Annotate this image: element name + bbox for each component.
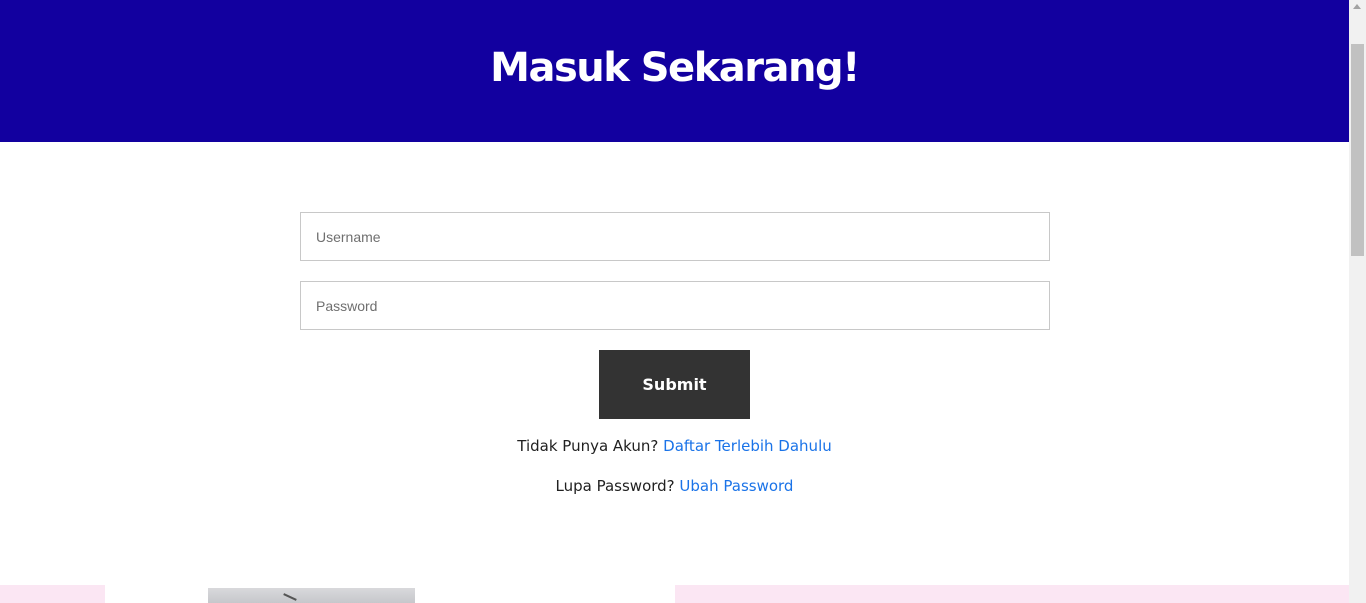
page-title: Masuk Sekarang! (490, 45, 860, 91)
page-header: Masuk Sekarang! (0, 0, 1349, 142)
change-password-link[interactable]: Ubah Password (679, 477, 793, 495)
scroll-up-icon[interactable] (1353, 4, 1361, 9)
image-detail (283, 593, 297, 601)
vertical-scrollbar[interactable] (1349, 0, 1366, 603)
submit-button[interactable]: Submit (599, 350, 750, 419)
register-link[interactable]: Daftar Terlebih Dahulu (663, 437, 832, 455)
scrollbar-thumb[interactable] (1351, 44, 1364, 256)
footer-band-right (675, 585, 1349, 603)
register-line: Tidak Punya Akun? Daftar Terlebih Dahulu (0, 437, 1349, 455)
footer-band-left (0, 585, 105, 603)
register-prompt: Tidak Punya Akun? (517, 437, 659, 455)
password-input[interactable] (300, 281, 1050, 330)
username-input[interactable] (300, 212, 1050, 261)
page-content: Masuk Sekarang! Submit Tidak Punya Akun?… (0, 0, 1349, 603)
forgot-password-line: Lupa Password? Ubah Password (0, 477, 1349, 495)
footer-image (208, 588, 415, 603)
page: Masuk Sekarang! Submit Tidak Punya Akun?… (0, 0, 1366, 603)
forgot-password-prompt: Lupa Password? (555, 477, 675, 495)
